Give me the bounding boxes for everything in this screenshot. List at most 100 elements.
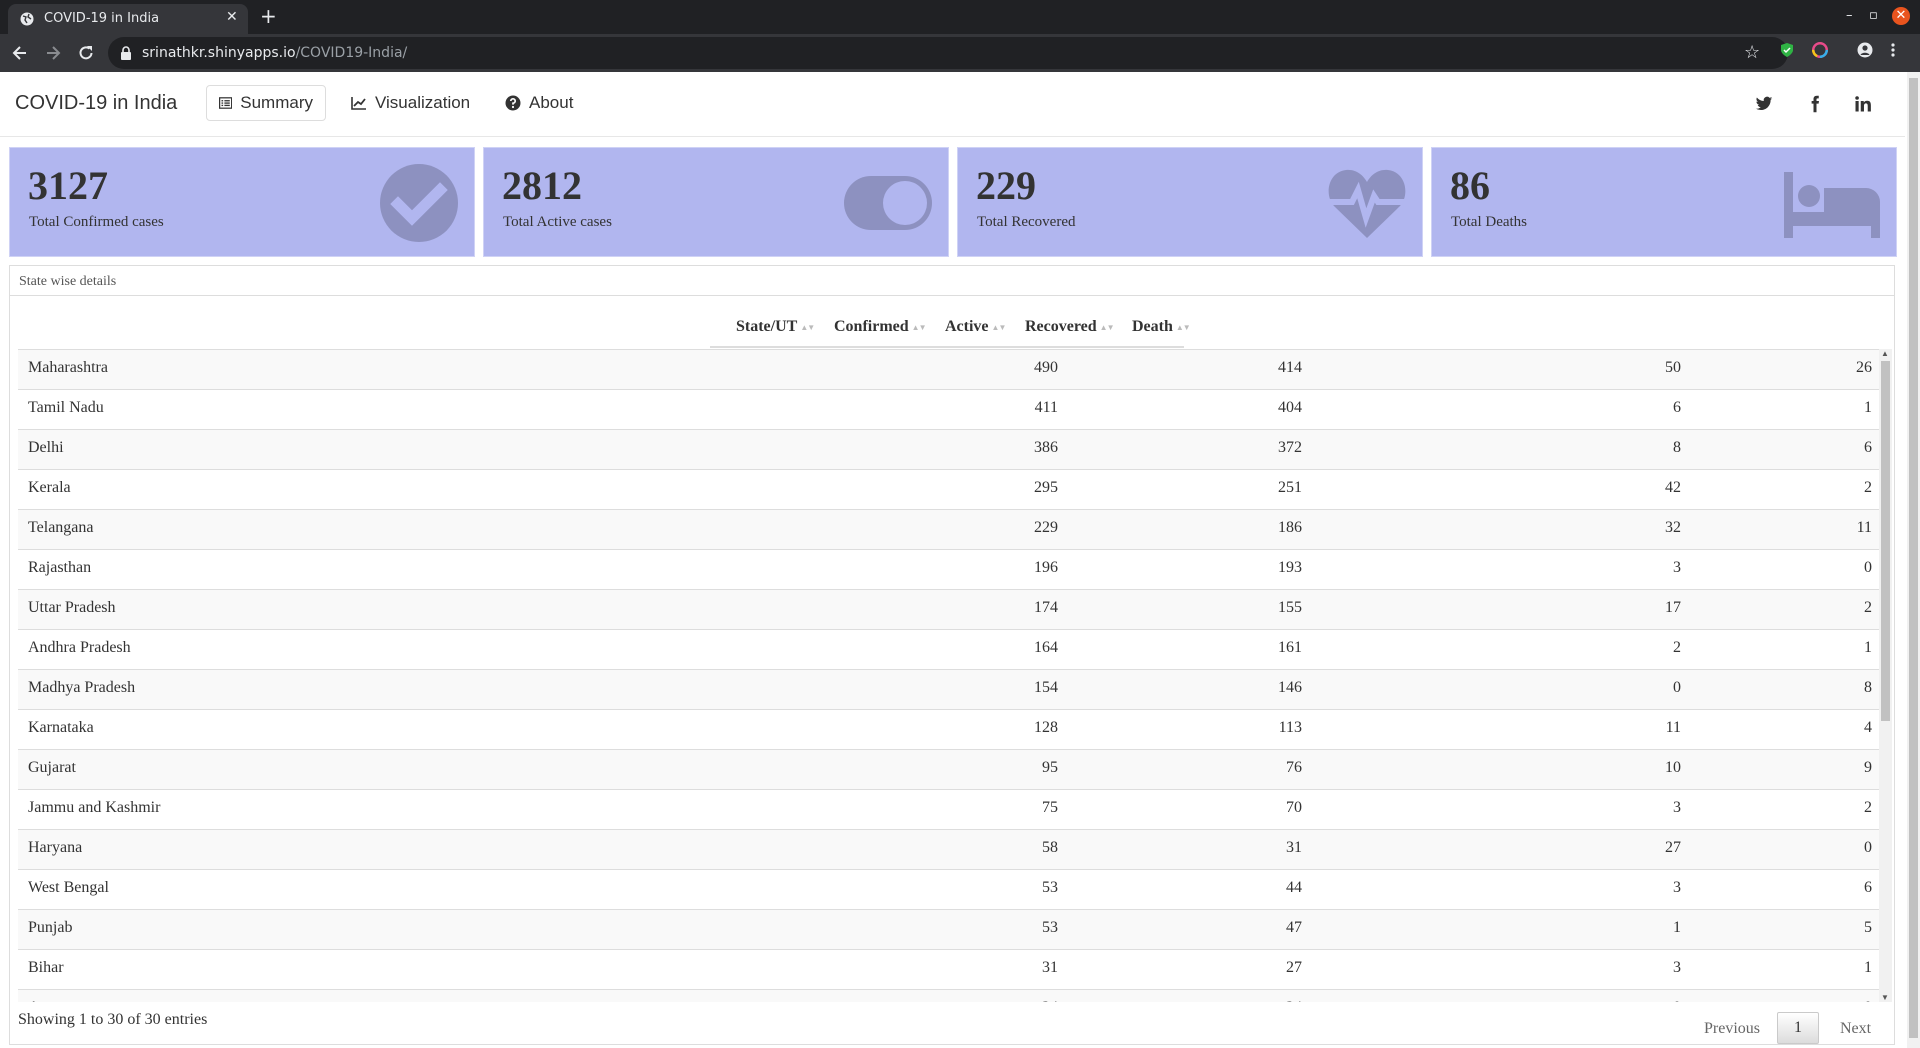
- active-label: Total Active cases: [503, 214, 612, 230]
- cell-state: West Bengal: [28, 879, 109, 896]
- tab-summary-label: Summary: [240, 93, 313, 112]
- column-header-active[interactable]: Active ▲▼: [945, 318, 1006, 336]
- tab-visualization[interactable]: Visualization: [339, 85, 482, 121]
- window-close-button[interactable]: ✕: [1892, 7, 1910, 25]
- forward-arrow-icon[interactable]: [43, 43, 63, 63]
- column-header-recovered[interactable]: Recovered ▲▼: [1025, 318, 1115, 336]
- cell-active: 251: [1278, 479, 1302, 496]
- cell-death: 1: [1864, 399, 1872, 416]
- bookmark-star-icon[interactable]: ☆: [1744, 42, 1760, 63]
- table-row[interactable]: Tamil Nadu 411 404 6 1: [18, 389, 1880, 429]
- tab-about[interactable]: About: [493, 85, 585, 121]
- tab-visualization-label: Visualization: [375, 93, 471, 112]
- cell-active: 146: [1278, 679, 1302, 696]
- recovered-label: Total Recovered: [977, 214, 1076, 230]
- cell-confirmed: 95: [1042, 759, 1058, 776]
- cell-active: 404: [1278, 399, 1302, 416]
- table-row[interactable]: Assam 24 24 0 0: [18, 989, 1880, 1002]
- cell-active: 372: [1278, 439, 1302, 456]
- browser-tab-strip: COVID-19 in India ✕ + – ▫ ✕: [0, 0, 1920, 34]
- table-row[interactable]: Jammu and Kashmir 75 70 3 2: [18, 789, 1880, 829]
- list-icon: [219, 97, 233, 109]
- table-row[interactable]: Bihar 31 27 3 1: [18, 949, 1880, 989]
- column-header-state[interactable]: State/UT ▲▼: [736, 318, 815, 336]
- cell-death: 6: [1864, 439, 1872, 456]
- table-row[interactable]: Telangana 229 186 32 11: [18, 509, 1880, 549]
- reload-icon[interactable]: [76, 43, 96, 63]
- cell-active: 76: [1286, 759, 1302, 776]
- table-row[interactable]: Punjab 53 47 1 5: [18, 909, 1880, 949]
- cell-death: 4: [1864, 719, 1872, 736]
- address-bar[interactable]: srinathkr.shinyapps.io/COVID19-India/ ☆: [108, 37, 1788, 69]
- cell-state: Uttar Pradesh: [28, 599, 116, 616]
- column-header-death[interactable]: Death ▲▼: [1132, 318, 1191, 336]
- table-row[interactable]: Gujarat 95 76 10 9: [18, 749, 1880, 789]
- cell-confirmed: 386: [1034, 439, 1058, 456]
- table-row[interactable]: Delhi 386 372 8 6: [18, 429, 1880, 469]
- cell-confirmed: 154: [1034, 679, 1058, 696]
- table-row[interactable]: Haryana 58 31 27 0: [18, 829, 1880, 869]
- table-row[interactable]: Maharashtra 490 414 50 26: [18, 349, 1880, 389]
- table-row[interactable]: Karnataka 128 113 11 4: [18, 709, 1880, 749]
- facebook-icon[interactable]: [1806, 95, 1824, 113]
- browser-tab[interactable]: COVID-19 in India ✕: [8, 4, 248, 34]
- twitter-icon[interactable]: [1755, 95, 1773, 113]
- scroll-down-icon[interactable]: ▼: [1881, 993, 1889, 1002]
- scroll-up-icon[interactable]: ▲: [1881, 349, 1889, 358]
- table-row[interactable]: Rajasthan 196 193 3 0: [18, 549, 1880, 589]
- table-row[interactable]: Uttar Pradesh 174 155 17 2: [18, 589, 1880, 629]
- back-arrow-icon[interactable]: [10, 43, 30, 63]
- cell-state: Jammu and Kashmir: [28, 799, 161, 816]
- cell-death: 6: [1864, 879, 1872, 896]
- tab-close-icon[interactable]: ✕: [226, 9, 238, 25]
- recovered-value-box: 229 Total Recovered: [957, 147, 1423, 257]
- cell-confirmed: 75: [1042, 799, 1058, 816]
- tab-title: COVID-19 in India: [44, 11, 160, 26]
- cell-state: Kerala: [28, 479, 71, 496]
- cell-confirmed: 53: [1042, 879, 1058, 896]
- active-count: 2812: [502, 163, 582, 208]
- table-scrollbar[interactable]: ▲ ▼: [1879, 349, 1892, 1002]
- page-scrollbar[interactable]: [1907, 72, 1920, 1048]
- cell-confirmed: 128: [1034, 719, 1058, 736]
- maximize-button[interactable]: ▫: [1869, 8, 1878, 23]
- recovered-count: 229: [976, 163, 1036, 208]
- page-1-button[interactable]: 1: [1777, 1012, 1819, 1044]
- cell-confirmed: 164: [1034, 639, 1058, 656]
- cell-death: 1: [1864, 639, 1872, 656]
- confirmed-label: Total Confirmed cases: [29, 214, 164, 230]
- url-text: srinathkr.shinyapps.io/COVID19-India/: [142, 45, 408, 61]
- new-tab-button[interactable]: +: [260, 5, 277, 27]
- tab-summary[interactable]: Summary: [206, 85, 326, 121]
- check-circle-icon: [380, 164, 458, 242]
- linkedin-icon[interactable]: [1854, 95, 1872, 113]
- app-brand[interactable]: COVID-19 in India: [15, 92, 177, 115]
- cell-death: 5: [1864, 919, 1872, 936]
- column-header-confirmed[interactable]: Confirmed ▲▼: [834, 318, 926, 336]
- shield-extension-icon[interactable]: [1779, 42, 1795, 58]
- cell-state: Haryana: [28, 839, 83, 856]
- cell-recovered: 3: [1673, 959, 1681, 976]
- cell-active: 155: [1278, 599, 1302, 616]
- color-extension-icon[interactable]: [1812, 42, 1828, 58]
- cell-confirmed: 490: [1034, 359, 1058, 376]
- account-icon[interactable]: [1857, 42, 1873, 58]
- table-body[interactable]: Maharashtra 490 414 50 26 Tamil Nadu 411 404 6 1 D…: [18, 349, 1880, 1002]
- previous-button[interactable]: Previous: [1704, 1020, 1760, 1038]
- table-row[interactable]: West Bengal 53 44 3 6: [18, 869, 1880, 909]
- table-row[interactable]: Madhya Pradesh 154 146 0 8: [18, 669, 1880, 709]
- menu-dots-icon[interactable]: [1890, 42, 1896, 58]
- cell-recovered: 0: [1673, 679, 1681, 696]
- cell-state: Madhya Pradesh: [28, 679, 136, 696]
- table-row[interactable]: Andhra Pradesh 164 161 2 1: [18, 629, 1880, 669]
- next-button[interactable]: Next: [1840, 1020, 1871, 1038]
- scrollbar-thumb[interactable]: [1881, 361, 1890, 721]
- cell-confirmed: 58: [1042, 839, 1058, 856]
- minimize-button[interactable]: –: [1846, 8, 1853, 23]
- cell-recovered: 27: [1665, 839, 1681, 856]
- state-details-panel: State wise details State/UT ▲▼ Confirmed ▲…: [9, 265, 1895, 1045]
- cell-state: Gujarat: [28, 759, 76, 776]
- page-scrollbar-thumb[interactable]: [1909, 78, 1918, 1038]
- cell-state: Andhra Pradesh: [28, 639, 131, 656]
- table-row[interactable]: Kerala 295 251 42 2: [18, 469, 1880, 509]
